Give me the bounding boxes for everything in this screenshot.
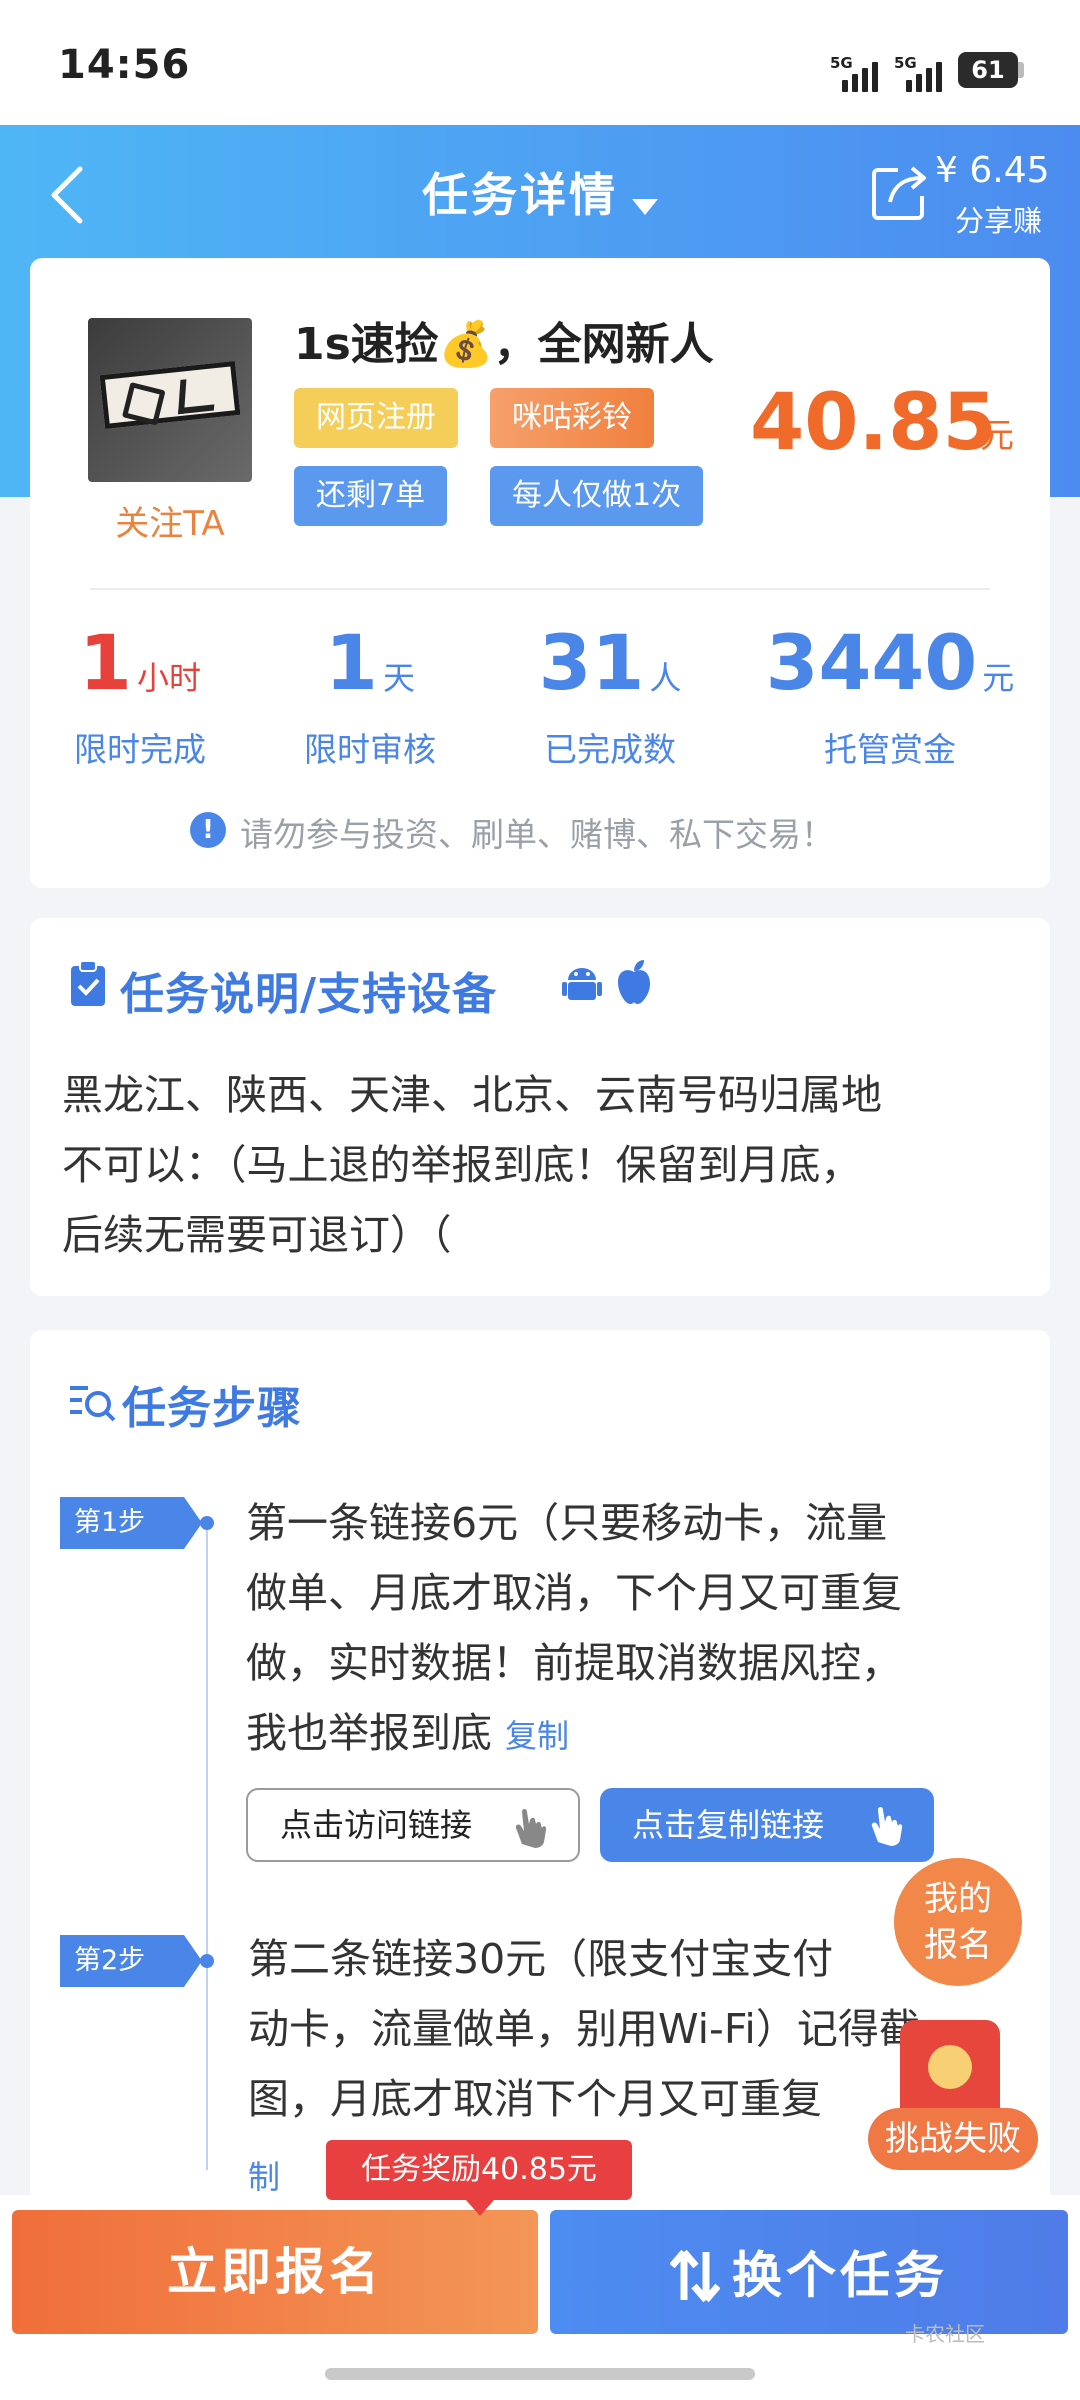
apple-icon — [614, 958, 654, 1006]
stat-label: 限时完成 — [74, 730, 206, 769]
share-amount[interactable]: ¥ 6.45 — [935, 150, 1050, 191]
warning-text: 请勿参与投资、刷单、赌博、私下交易！ — [240, 815, 834, 854]
stat-review-limit: 1 天 — [325, 618, 415, 707]
caret-down-icon — [632, 198, 658, 215]
signal-icon: 5G — [826, 52, 886, 92]
stat-time-limit: 1 小时 — [79, 618, 201, 707]
visit-link-button[interactable]: 点击访问链接 — [246, 1788, 580, 1862]
stat-completed: 31 人 — [538, 618, 682, 707]
share-label[interactable]: 分享赚 — [955, 198, 1042, 240]
swap-icon — [669, 2249, 721, 2302]
status-time: 14:56 — [58, 42, 191, 88]
stat-label: 限时审核 — [304, 730, 436, 769]
timeline-line — [206, 1530, 208, 2170]
tag-remaining: 还剩7单 — [294, 466, 448, 526]
stat-escrow: 3440 元 — [765, 618, 1015, 707]
step-2-tag: 第2步 — [60, 1935, 202, 1987]
hand-pointer-icon — [515, 1809, 547, 1848]
challenge-fail-badge[interactable]: 挑战失败 — [868, 2108, 1038, 2170]
copy-text-link[interactable]: 制 — [248, 2152, 280, 2198]
signup-button[interactable]: 立即报名 — [12, 2210, 538, 2334]
tag-migu: 咪咕彩铃 — [490, 388, 654, 448]
my-signup-float-button[interactable]: 我的报名 — [894, 1858, 1022, 1986]
stat-label: 已完成数 — [544, 730, 676, 769]
divider — [90, 588, 990, 590]
warning-icon: ! — [190, 812, 226, 848]
description-text: 黑龙江、陕西、天津、北京、云南号码归属地 不可以：（马上退的举报到底！保留到月底… — [62, 1071, 882, 1259]
price-unit: 元 — [980, 416, 1014, 456]
stat-label: 托管赏金 — [824, 730, 956, 769]
copy-link-button[interactable]: 点击复制链接 — [600, 1788, 934, 1862]
step-1-text: 第一条链接6元（只要移动卡，流量 做单、月底才取消，下个月又可重复 做，实时数据… — [246, 1499, 902, 1757]
page-title: 任务详情 — [422, 168, 618, 222]
clipboard-icon — [68, 960, 108, 1008]
home-indicator[interactable] — [325, 2368, 755, 2380]
red-packet-seal — [928, 2045, 972, 2089]
task-summary-card: 关注TA 1s速捡💰，全网新人 网页注册 咪咕彩铃 还剩7单 每人仅做1次 40… — [30, 258, 1050, 888]
status-bar: 14:56 5G 5G 61 — [0, 0, 1080, 125]
battery-icon: 61 — [958, 52, 1018, 88]
steps-search-icon — [68, 1380, 116, 1424]
tag-web-register: 网页注册 — [294, 388, 458, 448]
avatar[interactable] — [88, 318, 252, 482]
android-icon — [562, 962, 602, 1006]
reward-price: 40.85 — [750, 378, 997, 468]
hand-pointer-icon — [871, 1807, 903, 1846]
step-2-dot — [200, 1954, 214, 1968]
steps-title: 任务步骤 — [122, 1383, 302, 1434]
share-icon[interactable] — [868, 160, 932, 224]
step-1-dot — [200, 1516, 214, 1530]
reward-badge: 任务奖励40.85元 — [326, 2140, 632, 2216]
watermark-logo: 卡农社区 — [905, 2322, 985, 2346]
task-name: 1s速捡💰，全网新人 — [294, 319, 714, 370]
description-title: 任务说明/支持设备 — [120, 969, 498, 1020]
step-1-tag: 第1步 — [60, 1497, 202, 1549]
battery-tip — [1018, 62, 1024, 78]
switch-task-button[interactable]: 换个任务 — [550, 2210, 1068, 2334]
signal-icon: 5G — [890, 52, 950, 92]
copy-text-link[interactable]: 复制 — [505, 1717, 569, 1755]
tag-limit: 每人仅做1次 — [490, 466, 704, 526]
follow-button[interactable]: 关注TA — [88, 496, 252, 545]
